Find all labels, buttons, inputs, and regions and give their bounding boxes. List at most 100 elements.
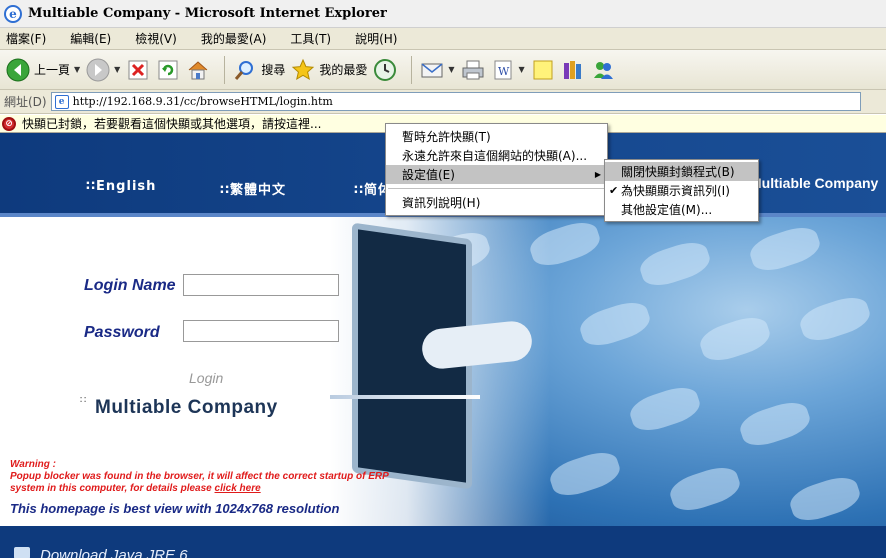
print-button[interactable] [461,55,485,85]
history-button[interactable] [373,55,397,85]
banner-company-name: Multiable Company [750,175,879,191]
mail-icon [420,58,444,82]
favorites-button[interactable]: 我的最愛 [291,55,367,85]
menu-file[interactable]: 檔案(F) [6,30,46,47]
lang-traditional-label: 繁體中文 [230,183,287,198]
title-bar: e Multiable Company - Microsoft Internet… [0,0,886,28]
books-icon [561,58,585,82]
warning-title: Warning : [10,459,56,470]
ie-logo-icon: e [4,4,22,23]
menu-favorites[interactable]: 我的最愛(A) [201,30,267,47]
blocked-icon: ⊘ [2,116,16,131]
keyboard-key [666,462,744,516]
login-name-label: Login Name [84,277,176,294]
edit-dropdown-icon[interactable]: ▼ [519,65,525,74]
warning-message: Popup blocker was found in the browser, … [10,471,410,495]
keyboard-key [696,312,774,366]
menu-settings[interactable]: 設定值(E) ▶ [386,165,607,184]
address-label: 網址(D) [4,95,47,109]
toolbar-separator [411,55,413,84]
star-icon [291,58,315,82]
menu-view[interactable]: 檢視(V) [135,30,177,47]
company-name: Multiable Company [95,397,278,418]
submenu-arrow-icon: ▶ [594,170,601,179]
address-url: http://192.168.9.31/cc/browseHTML/login.… [72,95,333,108]
menu-separator [388,188,605,189]
forward-button[interactable]: ▼ [86,55,120,85]
mail-dropdown-icon[interactable]: ▼ [448,65,454,74]
keyboard-key [626,382,704,436]
forward-arrow-icon [86,58,110,82]
keyboard-key [796,292,874,346]
search-label: 搜尋 [261,63,286,77]
back-button[interactable]: 上一頁 ▼ [6,55,80,85]
refresh-icon [156,58,180,82]
menu-show-infobar-for-popups[interactable]: ✔ 為快顯顯示資訊列(I) [605,181,758,200]
toolbar: 上一頁 ▼ ▼ 搜尋 我的最愛 ▼ W ▼ [0,50,886,90]
edit-button[interactable]: W ▼ [491,55,525,85]
checkmark-icon: ✔ [609,184,619,197]
keyboard-key [736,397,814,451]
best-view-note: This homepage is best view with 1024x768… [10,501,340,516]
infobar-text: 快顯已封鎖，若要觀看這個快顯或其他選項，請按這裡... [22,117,322,131]
lang-link-english[interactable]: ∷English [86,179,156,194]
menu-more-settings[interactable]: 其他設定值(M)... [605,200,758,219]
search-icon [233,58,257,82]
refresh-button[interactable] [156,55,180,85]
page-icon: e [54,94,69,109]
search-button[interactable]: 搜尋 [233,55,285,85]
home-icon [186,58,210,82]
toolbar-separator [224,55,226,84]
login-name-input[interactable] [183,274,339,296]
favorites-label: 我的最愛 [319,63,368,77]
lang-link-traditional[interactable]: ∷繁體中文 [220,179,286,198]
keyboard-key [746,222,824,276]
history-icon [373,58,397,82]
home-button[interactable] [186,55,210,85]
keyboard-key [546,447,624,501]
address-bar: 網址(D) e http://192.168.9.31/cc/browseHTM… [0,90,886,114]
settings-submenu: 關閉快顯封鎖程式(B) ✔ 為快顯顯示資訊列(I) 其他設定值(M)... [604,159,759,222]
menu-settings-label: 設定值(E) [402,168,455,182]
note-icon [531,58,555,82]
word-doc-icon: W [491,58,515,82]
menu-always-allow-popups[interactable]: 永遠允許來自這個網站的快顯(A)... [386,146,607,165]
login-button[interactable]: Login [189,370,223,386]
svg-text:W: W [498,65,510,78]
stop-icon [126,58,150,82]
stop-button[interactable] [126,55,150,85]
menu-temp-allow-popups[interactable]: 暫時允許快顯(T) [386,127,607,146]
divider-line [330,395,480,399]
keyboard-key [786,472,864,526]
bullet-dots-icon: ∷ [80,395,87,406]
printer-icon [461,58,485,82]
hero-photo [330,217,886,527]
back-label: 上一頁 [34,63,71,77]
menu-infobar-help[interactable]: 資訊列說明(H) [386,193,607,212]
research-button[interactable] [561,55,585,85]
warning-body: Popup blocker was found in the browser, … [10,471,389,494]
keyboard-key [576,297,654,351]
password-input[interactable] [183,320,339,342]
menu-show-infobar-label: 為快顯顯示資訊列(I) [621,184,730,198]
menu-edit[interactable]: 編輯(E) [70,30,111,47]
discuss-button[interactable] [531,55,555,85]
menu-tools[interactable]: 工具(T) [290,30,331,47]
messenger-icon [591,58,615,82]
click-here-link[interactable]: click here [215,483,261,494]
forward-dropdown-icon[interactable]: ▼ [114,65,120,74]
address-input[interactable]: e http://192.168.9.31/cc/browseHTML/logi… [50,92,861,111]
messenger-button[interactable] [591,55,615,85]
lang-english-label: English [96,179,157,194]
infobar-context-menu: 暫時允許快顯(T) 永遠允許來自這個網站的快顯(A)... 設定值(E) ▶ 資… [385,123,608,216]
back-arrow-icon [6,58,30,82]
menu-turn-off-popup-blocker[interactable]: 關閉快顯封鎖程式(B) [605,162,758,181]
keyboard-key [636,237,714,291]
menu-bar: 檔案(F) 編輯(E) 檢視(V) 我的最愛(A) 工具(T) 說明(H) [0,28,886,50]
password-label: Password [84,324,160,341]
download-java-link[interactable]: Download Java JRE 6 [40,547,188,558]
mail-button[interactable]: ▼ [420,55,455,85]
back-dropdown-icon[interactable]: ▼ [74,65,80,74]
window-title: Multiable Company - Microsoft Internet E… [28,6,387,21]
menu-help[interactable]: 說明(H) [355,30,397,47]
